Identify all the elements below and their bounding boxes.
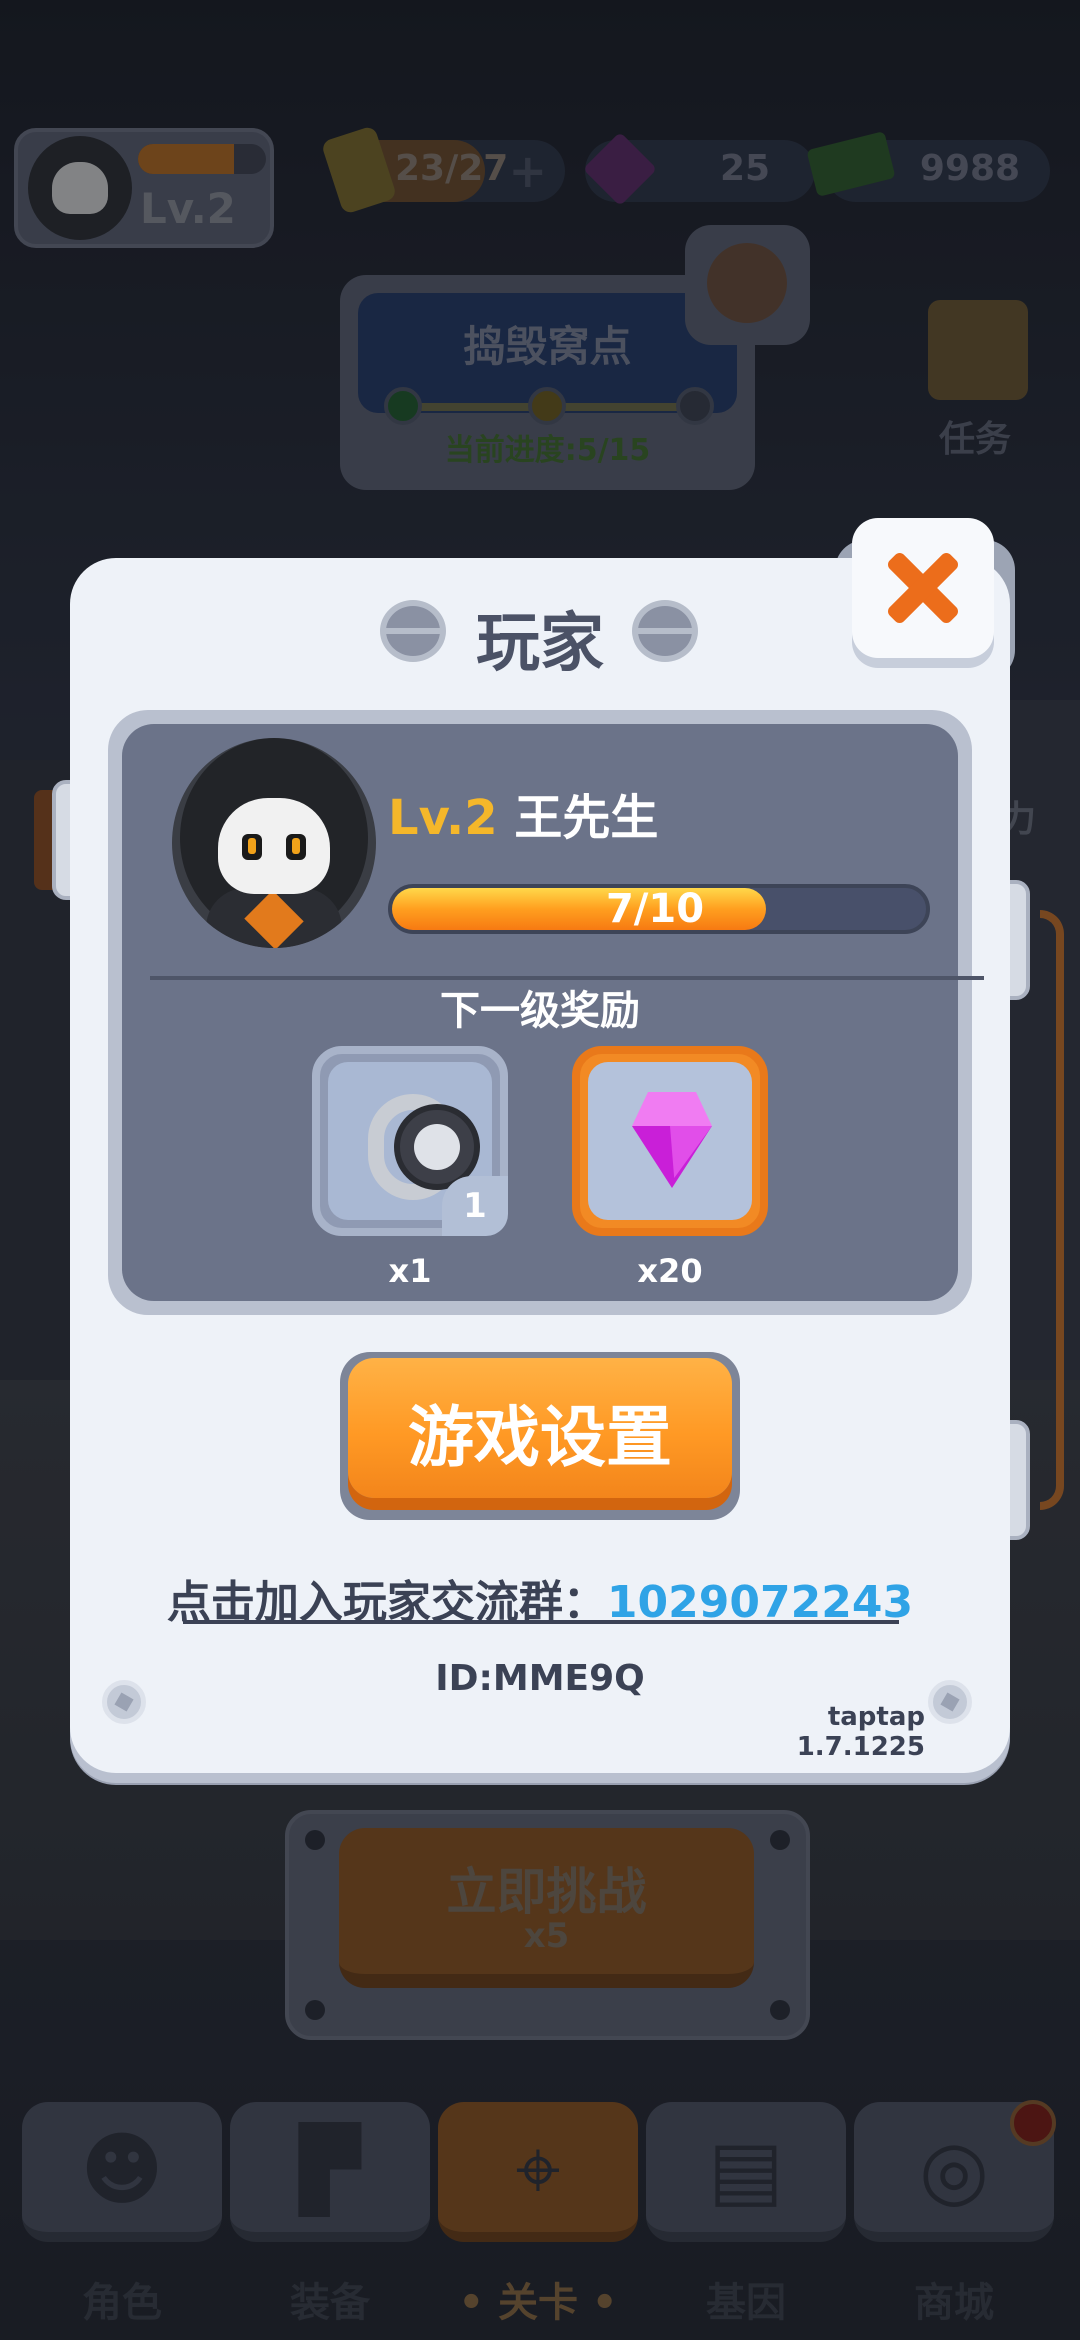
reward-item-gem[interactable] — [572, 1046, 768, 1236]
reward-item-watch[interactable]: 1 — [312, 1046, 508, 1236]
bolt-icon — [928, 1680, 972, 1724]
modal-title: 玩家 — [476, 607, 604, 681]
reward-count-badge: 1 — [442, 1176, 508, 1236]
game-settings-label: 游戏设置 — [408, 1399, 672, 1476]
player-name-line: Lv.2 王先生 — [388, 778, 658, 848]
reward-qty: x20 — [637, 1252, 703, 1290]
reward-qty: x1 — [388, 1252, 432, 1290]
close-button[interactable] — [852, 518, 994, 658]
player-name: 王先生 — [514, 790, 659, 846]
player-level: Lv.2 — [388, 790, 498, 846]
game-settings-button[interactable]: 游戏设置 — [340, 1352, 740, 1520]
player-id: ID:MME9Q — [435, 1658, 645, 1699]
xp-text: 7/10 — [605, 886, 705, 932]
reward-title: 下一级奖励 — [440, 988, 640, 1034]
player-avatar — [172, 738, 376, 948]
join-underline — [183, 1620, 899, 1624]
app-version: taptap 1.7.1225 — [796, 1702, 925, 1762]
bolt-icon — [102, 1680, 146, 1724]
gem-icon — [622, 1088, 722, 1188]
